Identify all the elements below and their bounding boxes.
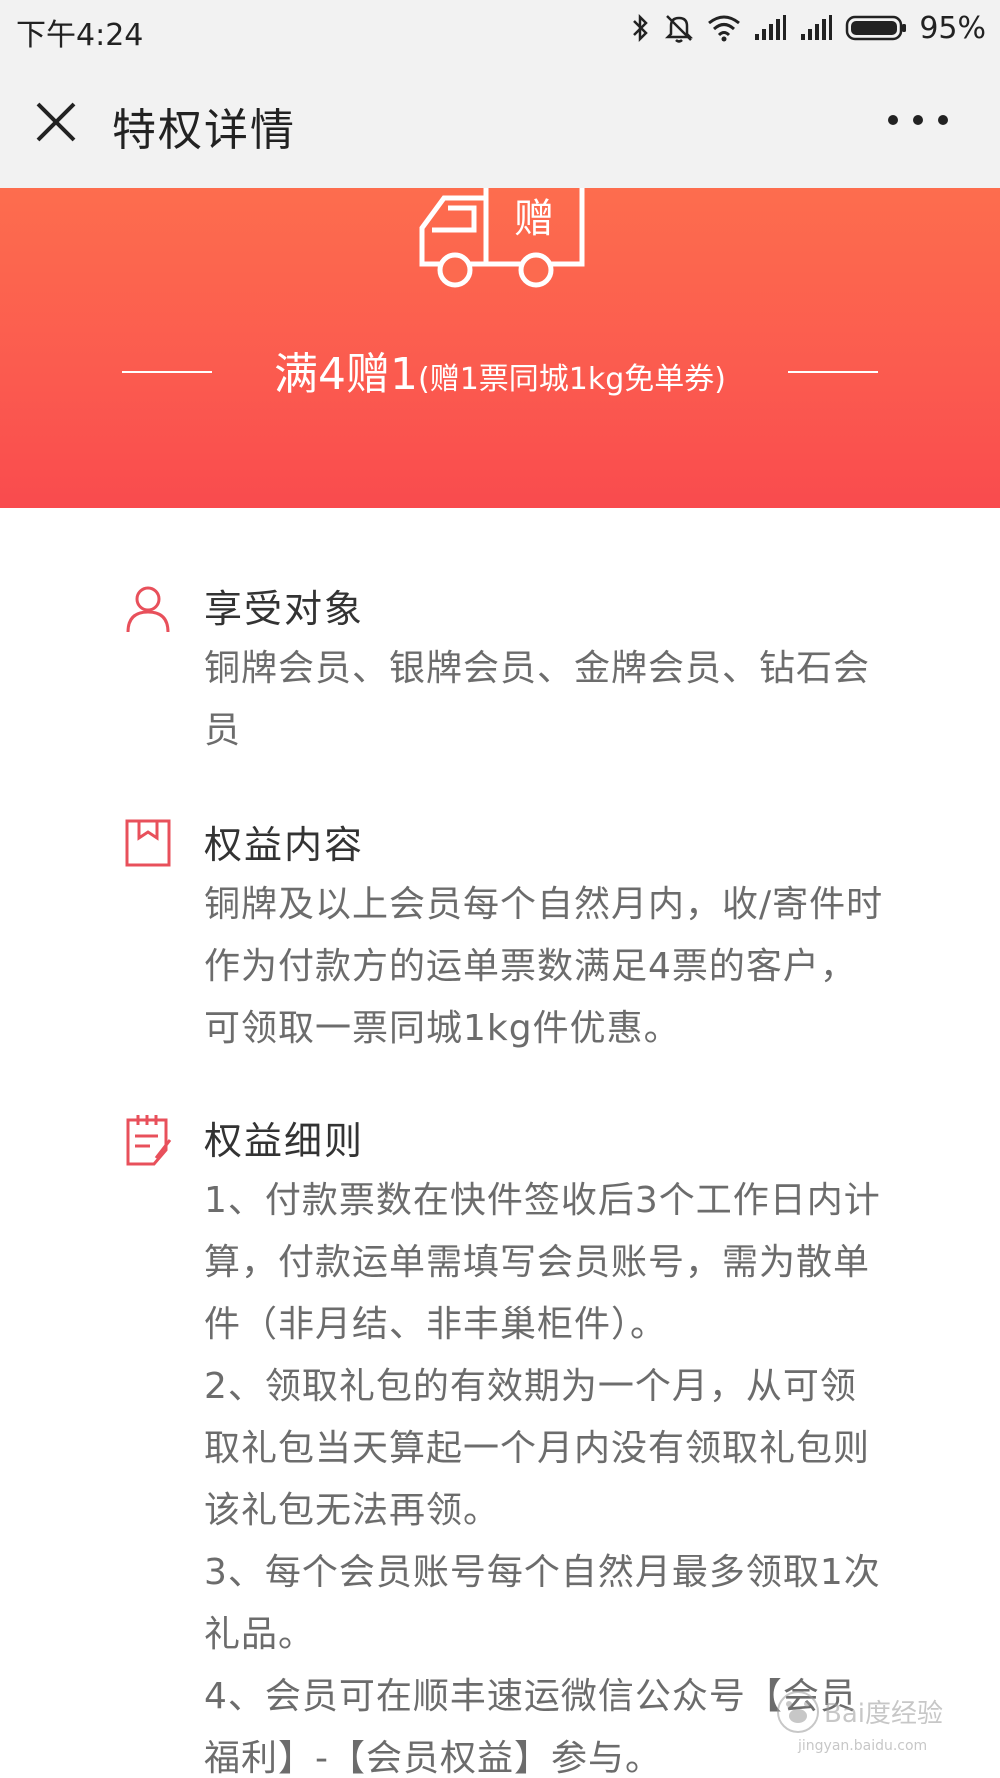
- wifi-icon: [708, 15, 741, 42]
- more-button[interactable]: [888, 100, 948, 140]
- close-button[interactable]: [30, 96, 82, 148]
- signal-icon: [755, 15, 787, 40]
- status-bar: 下午4:24 95%: [0, 0, 1000, 56]
- banner-headline-sub: (赠1票同城1kg免单券): [418, 362, 726, 397]
- battery-percent: 95%: [919, 10, 986, 46]
- header: 特权详情: [0, 56, 1000, 188]
- section-body: 铜牌及以上会员每个自然月内，收/寄件时作为付款方的运单票数满足4票的客户，可领取…: [204, 874, 884, 1060]
- gift-truck-icon: 赠: [419, 188, 585, 288]
- section-title: 享受对象: [204, 587, 365, 631]
- status-time: 下午4:24: [16, 18, 144, 53]
- section-title: 权益细则: [204, 1119, 365, 1163]
- section-line: 铜牌及以上会员每个自然月内，收/寄件时作为付款方的运单票数满足4票的客户，可领取…: [204, 884, 884, 1049]
- bluetooth-icon: [633, 13, 649, 43]
- rule-item: 1、付款票数在快件签收后3个工作日内计算，付款运单需填写会员账号，需为散单件（非…: [204, 1180, 881, 1345]
- signal-icon: [801, 15, 833, 40]
- mute-icon: [665, 15, 694, 43]
- person-icon: [126, 586, 170, 633]
- more-icon-dot: [913, 115, 923, 125]
- notepad-icon: [126, 1115, 172, 1166]
- section-line: 铜牌会员、银牌会员、金牌会员、钻石会员: [204, 648, 871, 751]
- banner-headline-main: 满4赠1: [274, 349, 418, 400]
- rule-item: 3、每个会员账号每个自然月最多领取1次礼品。: [204, 1552, 881, 1655]
- section-body: 铜牌会员、银牌会员、金牌会员、钻石会员: [204, 638, 884, 762]
- more-icon-dot: [888, 115, 898, 125]
- truck-badge-text: 赠: [514, 196, 554, 242]
- privilege-banner: 赠 满4赠1(赠1票同城1kg免单券): [0, 188, 1000, 508]
- rule-item: 2、领取礼包的有效期为一个月，从可领取礼包当天算起一个月内没有领取礼包则该礼包无…: [204, 1366, 871, 1531]
- baidu-jingyan-watermark: Bai度经验 jingyan.baidu.com: [777, 1691, 943, 1754]
- banner-divider-right: [788, 371, 878, 373]
- page-title: 特权详情: [112, 105, 296, 156]
- watermark-brand: Bai度经验: [824, 1699, 943, 1729]
- close-icon: [36, 102, 76, 142]
- watermark-url: jingyan.baidu.com: [797, 1738, 927, 1754]
- box-icon: [125, 819, 171, 867]
- banner-headline: 满4赠1(赠1票同城1kg免单券): [0, 338, 1000, 402]
- section-title: 权益内容: [204, 823, 365, 867]
- battery-icon: [846, 15, 907, 41]
- more-icon-dot: [938, 115, 948, 125]
- status-icons: 95%: [631, 8, 986, 48]
